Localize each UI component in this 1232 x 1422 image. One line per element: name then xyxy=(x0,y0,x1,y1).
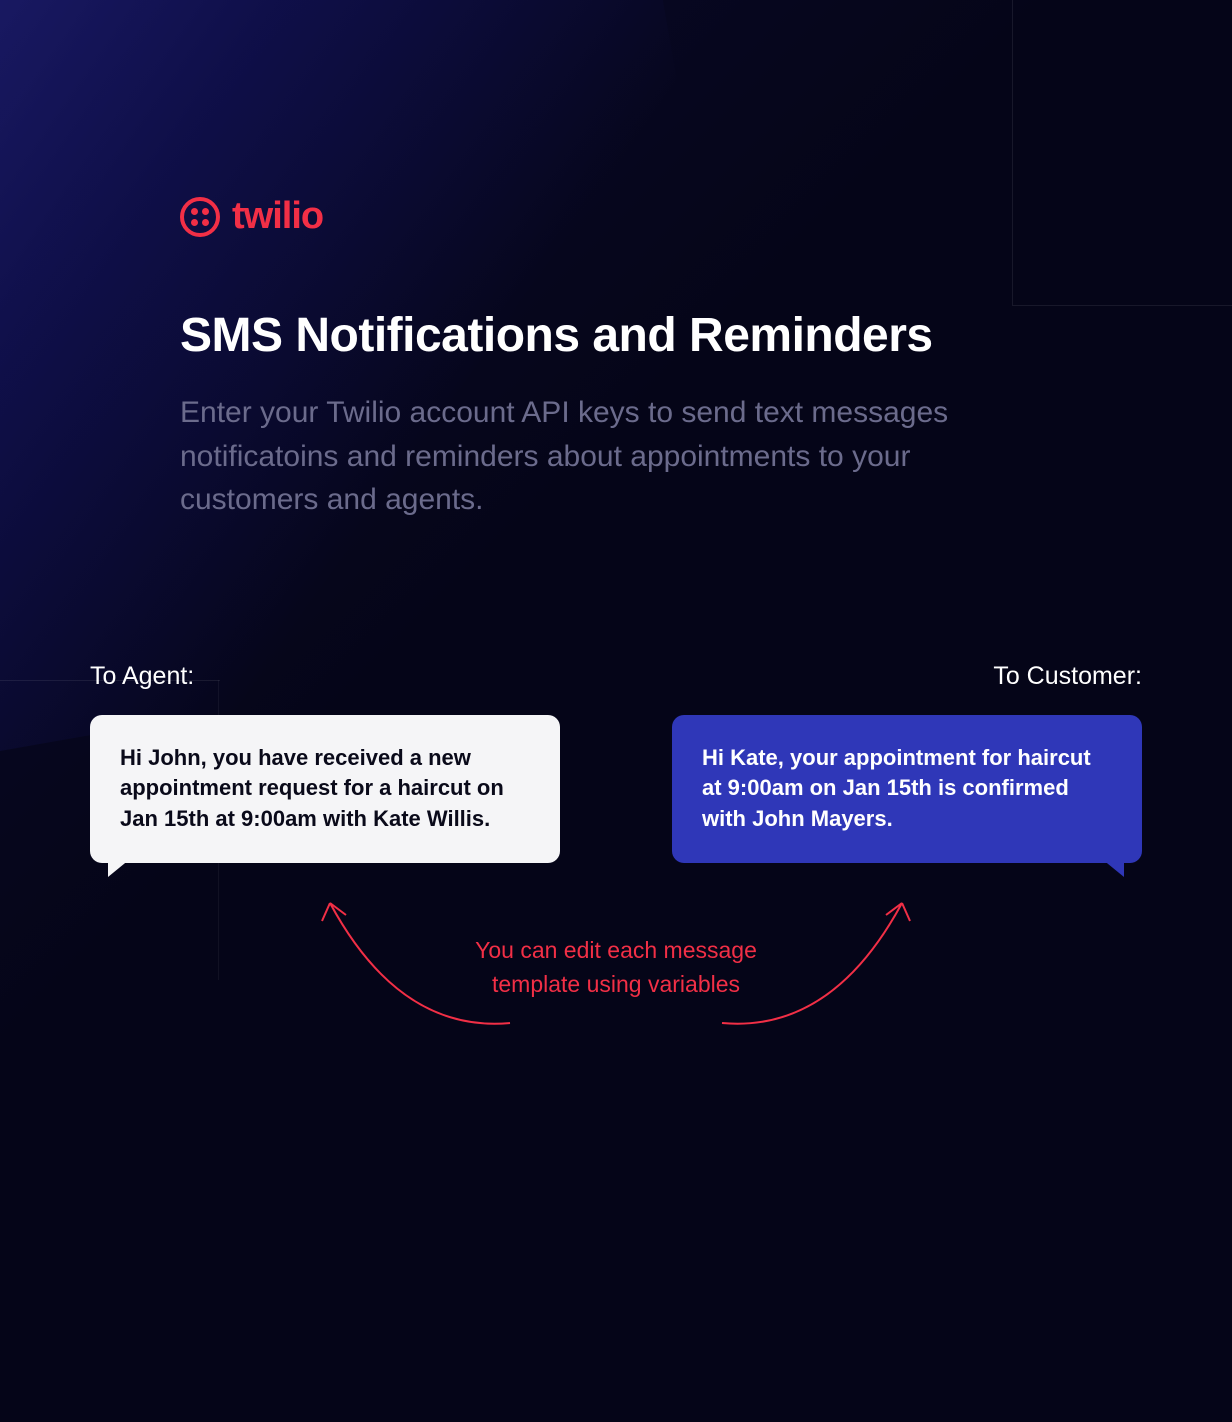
arrow-right-icon xyxy=(702,873,932,1043)
agent-message-bubble: Hi John, you have received a new appoint… xyxy=(90,715,560,863)
brand-logo: twilio xyxy=(180,195,1052,238)
twilio-icon xyxy=(180,197,220,237)
page-title: SMS Notifications and Reminders xyxy=(180,308,1052,363)
customer-message-text: Hi Kate, your appointment for haircut at… xyxy=(702,745,1091,832)
page-description: Enter your Twilio account API keys to se… xyxy=(180,391,1030,522)
customer-example: To Customer: Hi Kate, your appointment f… xyxy=(672,662,1142,863)
customer-message-bubble: Hi Kate, your appointment for haircut at… xyxy=(672,715,1142,863)
customer-label: To Customer: xyxy=(993,662,1142,691)
arrow-left-icon xyxy=(300,873,530,1043)
main-content: twilio SMS Notifications and Reminders E… xyxy=(0,0,1232,1002)
agent-message-text: Hi John, you have received a new appoint… xyxy=(120,745,504,832)
brand-name: twilio xyxy=(232,195,323,238)
agent-label: To Agent: xyxy=(90,662,560,691)
annotation: You can edit each message template using… xyxy=(180,933,1052,1002)
agent-example: To Agent: Hi John, you have received a n… xyxy=(90,662,560,863)
message-examples: To Agent: Hi John, you have received a n… xyxy=(180,662,1052,863)
